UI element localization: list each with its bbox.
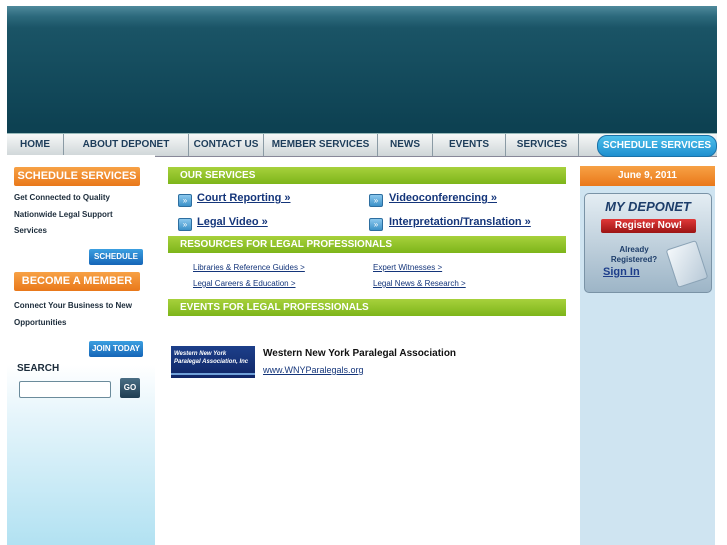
member-text-line-1: Connect Your Business to New (14, 301, 132, 310)
logo-text-line-2: Paralegal Association, Inc (174, 359, 249, 365)
book-icon (665, 240, 709, 288)
event-link[interactable]: www.WNYParalegals.org (263, 365, 364, 375)
schedule-button[interactable]: SCHEDULE (89, 249, 143, 265)
our-services-header: OUR SERVICES (168, 167, 566, 184)
nav-contact-us[interactable]: CONTACT US (189, 134, 264, 156)
schedule-services-header: SCHEDULE SERVICES (14, 167, 140, 186)
nav-schedule-services[interactable]: SCHEDULE SERVICES (597, 135, 717, 157)
become-member-header: BECOME A MEMBER (14, 272, 140, 291)
resource-expert-witnesses[interactable]: Expert Witnesses > (373, 263, 442, 272)
resource-libraries[interactable]: Libraries & Reference Guides > (193, 263, 305, 272)
arrow-icon: » (369, 194, 383, 207)
nav-about-deponet[interactable]: ABOUT DEPONET (64, 134, 189, 156)
schedule-text-line-1: Get Connected to Quality (14, 193, 111, 202)
event-title: Western New York Paralegal Association (263, 348, 457, 359)
mydeponet-title: MY DEPONET (605, 199, 691, 214)
resource-legal-news[interactable]: Legal News & Research > (373, 279, 466, 288)
logo-stripe (171, 373, 255, 375)
arrow-icon: » (369, 218, 383, 231)
resource-legal-careers[interactable]: Legal Careers & Education > (193, 279, 296, 288)
search-input[interactable] (19, 381, 111, 398)
arrow-icon: » (178, 218, 192, 231)
site-header-banner (7, 6, 717, 133)
register-now-button[interactable]: Register Now! (601, 219, 696, 233)
date-bar: June 9, 2011 (580, 166, 715, 186)
service-interpretation-translation[interactable]: Interpretation/Translation » (389, 216, 531, 228)
mydeponet-widget: MY DEPONET Register Now! Already Registe… (584, 193, 712, 293)
wnypa-logo[interactable]: Western New York Paralegal Association, … (171, 346, 255, 378)
already-line-2: Registered? (610, 255, 658, 264)
search-label: SEARCH (17, 363, 60, 374)
service-videoconferencing[interactable]: Videoconferencing » (389, 192, 497, 204)
schedule-text-line-2: Nationwide Legal Support (14, 210, 113, 219)
nav-services[interactable]: SERVICES (506, 134, 579, 156)
sign-in-link[interactable]: Sign In (603, 266, 640, 278)
service-court-reporting[interactable]: Court Reporting » (197, 192, 291, 204)
nav-events[interactable]: EVENTS (433, 134, 506, 156)
schedule-text-line-3: Services (14, 226, 47, 235)
resources-header: RESOURCES FOR LEGAL PROFESSIONALS (168, 236, 566, 253)
already-registered-text: Already Registered? (599, 245, 669, 265)
events-header: EVENTS FOR LEGAL PROFESSIONALS (168, 299, 566, 316)
nav-news[interactable]: NEWS (378, 134, 433, 156)
service-legal-video[interactable]: Legal Video » (197, 216, 268, 228)
nav-home[interactable]: HOME (7, 134, 64, 156)
main-nav-bar: HOME ABOUT DEPONET CONTACT US MEMBER SER… (7, 133, 717, 157)
go-button[interactable]: GO (120, 378, 140, 398)
nav-member-services[interactable]: MEMBER SERVICES (264, 134, 378, 156)
already-line-1: Already (619, 245, 649, 254)
member-text-line-2: Opportunities (14, 318, 67, 327)
logo-text-line-1: Western New York (174, 351, 227, 357)
join-today-button[interactable]: JOIN TODAY (89, 341, 143, 357)
arrow-icon: » (178, 194, 192, 207)
